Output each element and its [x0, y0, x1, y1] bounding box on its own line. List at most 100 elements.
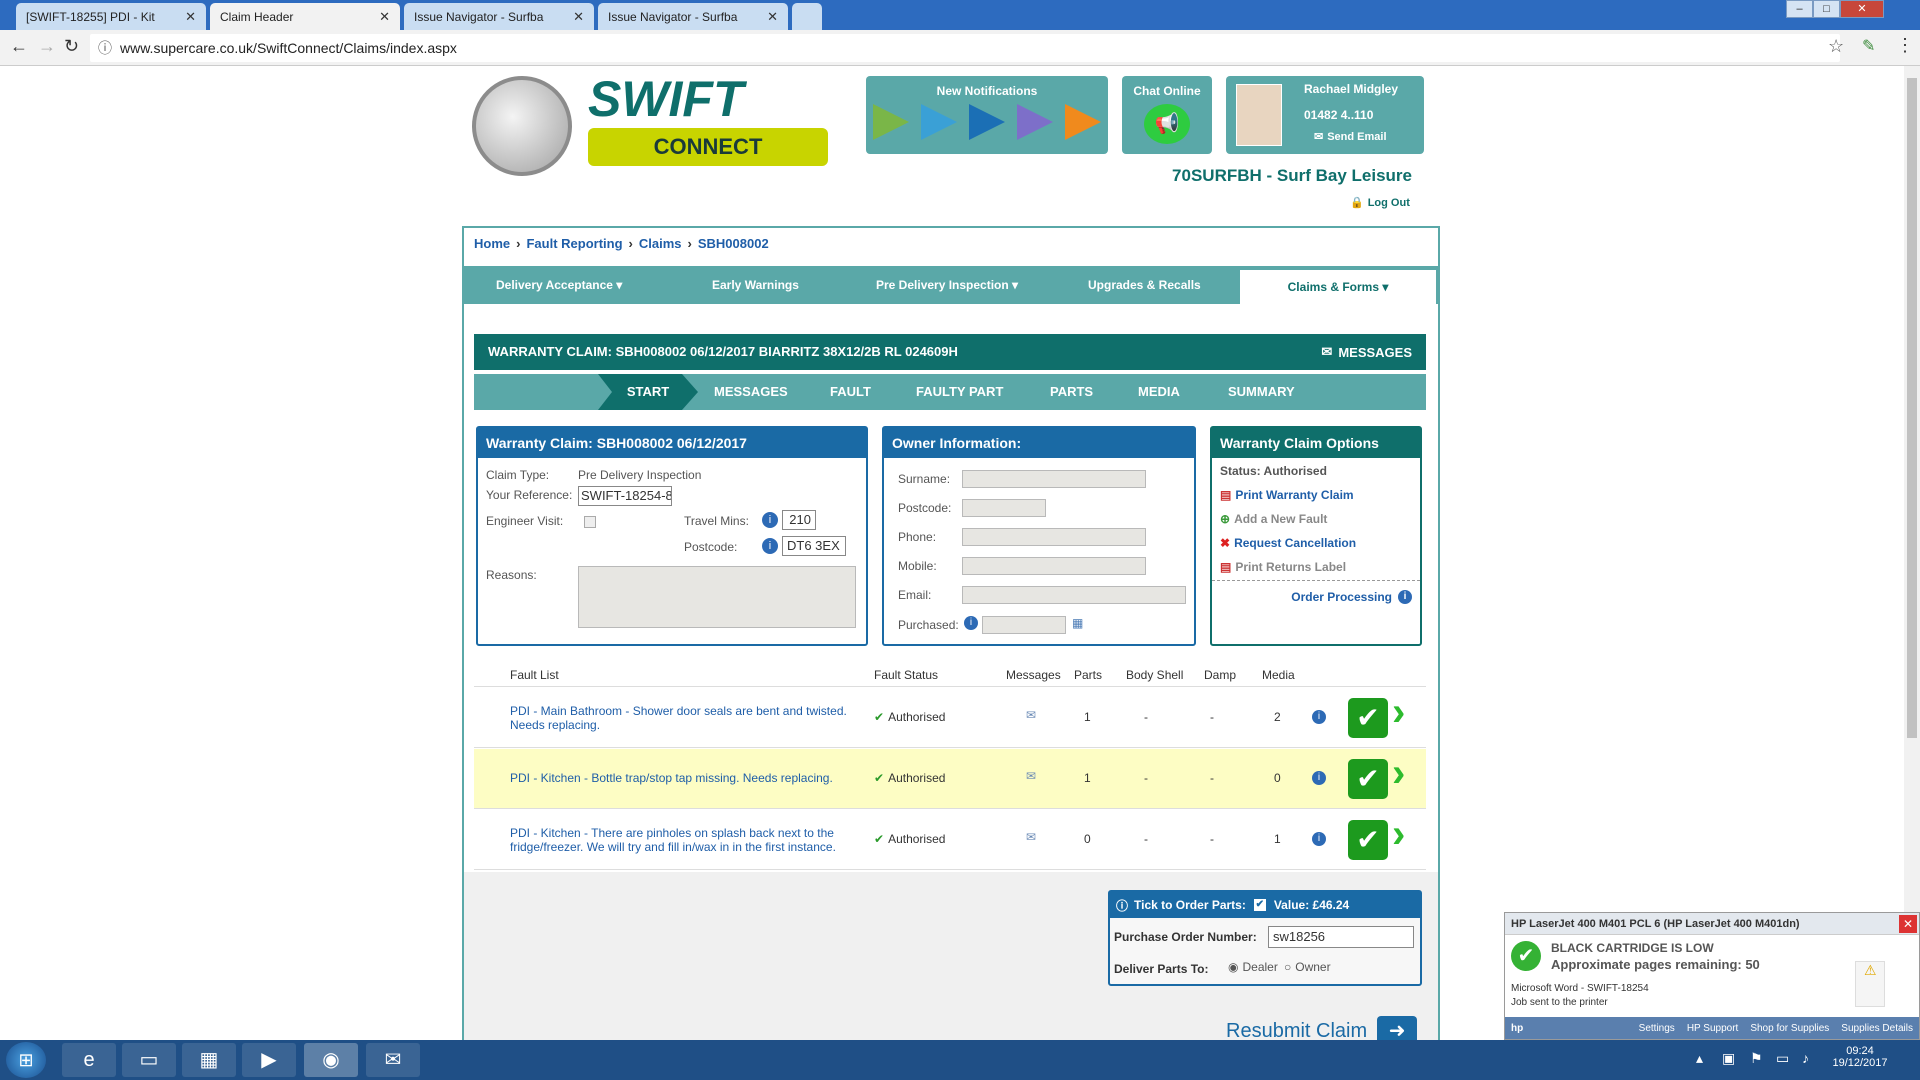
po-number-input[interactable]: sw18256 [1268, 926, 1414, 948]
close-icon[interactable]: ✕ [185, 9, 196, 25]
browser-tab[interactable]: [SWIFT-18255] PDI - Kit ✕ [16, 3, 206, 30]
flag-icon[interactable]: ⚑ [1750, 1050, 1763, 1067]
info-icon[interactable]: i [762, 512, 778, 528]
tray-expand-icon[interactable]: ▴ [1696, 1050, 1703, 1067]
nav-early-warnings[interactable]: Early Warnings [712, 266, 799, 304]
purchased-date-input[interactable] [982, 616, 1066, 634]
hp-support-link[interactable]: HP Support [1687, 1023, 1739, 1034]
nav-delivery-acceptance[interactable]: Delivery Acceptance ▾ [496, 266, 622, 304]
reasons-textarea[interactable] [578, 566, 856, 628]
info-icon[interactable]: i [1398, 590, 1412, 604]
chevron-right-icon[interactable]: › [1392, 690, 1405, 735]
step-fault[interactable]: FAULT [830, 374, 871, 410]
message-notification-icon[interactable] [873, 104, 909, 140]
gear-notification-icon[interactable] [1017, 104, 1053, 140]
start-button[interactable]: ⊞ [6, 1042, 46, 1078]
approve-button[interactable]: ✔ [1348, 759, 1388, 799]
reference-input[interactable]: SWIFT-18254-8 [578, 486, 672, 506]
phone-input[interactable] [962, 528, 1146, 546]
approve-button[interactable]: ✔ [1348, 820, 1388, 860]
supplies-details-link[interactable]: Supplies Details [1841, 1023, 1913, 1034]
url-field[interactable]: ⓘ www.supercare.co.uk/SwiftConnect/Claim… [90, 34, 1840, 62]
browser-tab[interactable]: Issue Navigator - Surfba ✕ [404, 3, 594, 30]
browser-tab[interactable]: Claim Header ✕ [210, 3, 400, 30]
shop-supplies-link[interactable]: Shop for Supplies [1750, 1023, 1829, 1034]
print-returns-label-link[interactable]: ▤ Print Returns Label [1220, 560, 1346, 574]
chrome-icon[interactable]: ◉ [304, 1043, 358, 1077]
print-warranty-claim-link[interactable]: ▤ Print Warranty Claim [1220, 488, 1354, 502]
clock[interactable]: 09:24 19/12/2017 [1830, 1045, 1890, 1069]
close-icon[interactable]: ✕ [573, 9, 584, 25]
extension-icon[interactable]: ✎ [1862, 36, 1875, 56]
owner-postcode-input[interactable] [962, 499, 1046, 517]
breadcrumb-fault-reporting[interactable]: Fault Reporting [526, 236, 622, 251]
message-icon[interactable]: ✉ [1026, 769, 1036, 783]
tools-notification-icon[interactable] [1065, 104, 1101, 140]
add-new-fault-link[interactable]: ⊕ Add a New Fault [1220, 512, 1327, 526]
volume-icon[interactable]: ♪ [1802, 1050, 1809, 1066]
network-icon[interactable]: ▭ [1776, 1050, 1789, 1067]
step-faulty-part[interactable]: FAULTY PART [916, 374, 1003, 410]
info-icon[interactable]: i [1312, 832, 1326, 846]
forward-icon[interactable]: → [38, 36, 56, 57]
deliver-owner-radio[interactable]: ○ Owner [1284, 960, 1331, 974]
new-tab-button[interactable] [792, 3, 822, 30]
request-cancellation-link[interactable]: ✖ Request Cancellation [1220, 536, 1356, 550]
step-summary[interactable]: SUMMARY [1228, 374, 1295, 410]
scrollbar-thumb[interactable] [1907, 78, 1917, 738]
nav-pre-delivery-inspection[interactable]: Pre Delivery Inspection ▾ [876, 266, 1018, 304]
table-row[interactable]: PDI - Kitchen - There are pinholes on sp… [474, 810, 1426, 870]
reload-icon[interactable]: ↻ [64, 36, 79, 57]
info-icon[interactable]: i [762, 538, 778, 554]
printer-settings-link[interactable]: Settings [1639, 1023, 1675, 1034]
step-start[interactable]: START [598, 374, 698, 410]
travel-mins-input[interactable]: 210 [782, 510, 816, 530]
computer-notification-icon[interactable] [921, 104, 957, 140]
fault-description[interactable]: PDI - Kitchen - Bottle trap/stop tap mis… [510, 771, 833, 785]
chevron-right-icon[interactable]: › [1392, 812, 1405, 857]
table-row[interactable]: PDI - Kitchen - Bottle trap/stop tap mis… [474, 749, 1426, 809]
step-messages[interactable]: MESSAGES [714, 374, 788, 410]
engineer-visit-checkbox[interactable] [584, 516, 596, 528]
info-icon[interactable]: i [964, 616, 978, 630]
close-icon[interactable]: ✕ [379, 9, 390, 25]
outlook-icon[interactable]: ✉ [366, 1043, 420, 1077]
step-media[interactable]: MEDIA [1138, 374, 1180, 410]
star-icon[interactable]: ☆ [1828, 36, 1844, 57]
fault-description-line2[interactable]: Needs replacing. [510, 718, 600, 732]
banner-messages-link[interactable]: ✉ MESSAGES [1321, 334, 1412, 370]
info-icon[interactable]: ⓘ [1116, 897, 1128, 914]
media-player-icon[interactable]: ▶ [242, 1043, 296, 1077]
close-icon[interactable]: ✕ [767, 9, 778, 25]
browser-tab[interactable]: Issue Navigator - Surfba ✕ [598, 3, 788, 30]
minimize-button[interactable]: – [1786, 0, 1813, 18]
surname-input[interactable] [962, 470, 1146, 488]
ie-icon[interactable]: e [62, 1043, 116, 1077]
chat-online-box[interactable]: Chat Online 📢 [1122, 76, 1212, 154]
approve-button[interactable]: ✔ [1348, 698, 1388, 738]
back-icon[interactable]: ← [10, 36, 28, 57]
step-parts[interactable]: PARTS [1050, 374, 1093, 410]
info-icon[interactable]: ⓘ [98, 34, 112, 62]
email-input[interactable] [962, 586, 1186, 604]
notifications-box[interactable]: New Notifications [866, 76, 1108, 154]
breadcrumb-home[interactable]: Home [474, 236, 510, 251]
maximize-button[interactable]: □ [1813, 0, 1840, 18]
send-email-link[interactable]: ✉ Send Email [1314, 130, 1387, 144]
calendar-icon[interactable]: ▦ [1072, 616, 1083, 630]
menu-icon[interactable]: ⋮ [1896, 35, 1914, 56]
postcode-input[interactable]: DT6 3EX [782, 536, 846, 556]
nav-claims-forms[interactable]: Claims & Forms ▾ [1240, 270, 1436, 304]
folder-icon[interactable]: ▭ [122, 1043, 176, 1077]
chat-bubble-icon[interactable]: 📢 [1144, 104, 1190, 144]
nav-upgrades-recalls[interactable]: Upgrades & Recalls [1088, 266, 1201, 304]
breadcrumb-claims[interactable]: Claims [639, 236, 682, 251]
deliver-dealer-radio[interactable]: ◉ Dealer [1228, 960, 1278, 974]
truck-notification-icon[interactable] [969, 104, 1005, 140]
message-icon[interactable]: ✉ [1026, 830, 1036, 844]
printer-tray-icon[interactable]: ▣ [1722, 1050, 1735, 1067]
order-processing-link[interactable]: Order Processing i [1291, 590, 1412, 604]
chevron-right-icon[interactable]: › [1392, 751, 1405, 796]
info-icon[interactable]: i [1312, 710, 1326, 724]
fault-description[interactable]: PDI - Kitchen - There are pinholes on sp… [510, 826, 834, 840]
